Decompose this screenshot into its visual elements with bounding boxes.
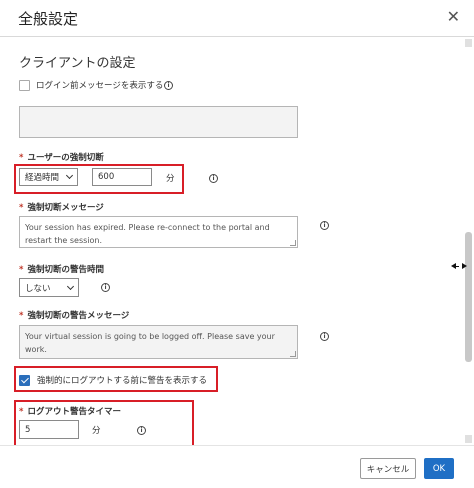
warning-time-select-value: しない bbox=[25, 283, 51, 294]
warning-message-text: Your virtual session is going to be logg… bbox=[25, 332, 275, 354]
warning-time-select[interactable]: しない bbox=[19, 278, 79, 297]
required-mark: * bbox=[19, 203, 24, 213]
warning-message-info-icon[interactable]: i bbox=[320, 332, 329, 341]
footer-divider bbox=[0, 445, 474, 446]
scroll-up-arrow[interactable] bbox=[465, 39, 472, 47]
highlight-box bbox=[14, 400, 194, 445]
login-message-info-icon[interactable]: i bbox=[164, 81, 173, 90]
warning-time-label-text: 強制切断の警告時間 bbox=[27, 265, 104, 275]
scrollbar-thumb[interactable] bbox=[465, 232, 472, 362]
disconnect-message-textarea[interactable]: Your session has expired. Please re-conn… bbox=[19, 216, 298, 248]
resize-handle[interactable] bbox=[290, 240, 296, 246]
disconnect-message-label: * 強制切断メッセージ bbox=[19, 201, 104, 213]
force-disconnect-info-icon[interactable]: i bbox=[209, 174, 218, 183]
highlight-box bbox=[14, 366, 218, 392]
vertical-scrollbar[interactable] bbox=[464, 37, 474, 445]
login-message-checkbox[interactable] bbox=[19, 80, 30, 91]
general-settings-dialog: 全般設定 ✕ クライアントの設定 ログイン前メッセージを表示する i * ユーザー… bbox=[0, 0, 474, 488]
warning-message-label-text: 強制切断の警告メッセージ bbox=[27, 311, 130, 321]
chevron-down-icon bbox=[66, 282, 75, 290]
disconnect-message-text: Your session has expired. Please re-conn… bbox=[25, 223, 270, 245]
required-mark: * bbox=[19, 311, 24, 321]
login-message-label: ログイン前メッセージを表示する bbox=[36, 81, 164, 91]
disconnect-message-info-icon[interactable]: i bbox=[320, 221, 329, 230]
force-disconnect-label: * ユーザーの強制切断 bbox=[19, 151, 104, 163]
dialog-title: 全般設定 bbox=[18, 10, 79, 28]
warning-time-info-icon[interactable]: i bbox=[101, 283, 110, 292]
required-mark: * bbox=[19, 265, 24, 275]
highlight-box bbox=[14, 164, 184, 194]
disconnect-message-label-text: 強制切断メッセージ bbox=[27, 203, 104, 213]
login-message-textarea[interactable] bbox=[19, 106, 298, 138]
warning-time-label: * 強制切断の警告時間 bbox=[19, 263, 104, 275]
warning-message-textarea[interactable]: Your virtual session is going to be logg… bbox=[19, 325, 298, 359]
ok-button[interactable]: OK bbox=[424, 458, 454, 479]
scroll-down-arrow[interactable] bbox=[465, 435, 472, 443]
cancel-button[interactable]: キャンセル bbox=[360, 458, 416, 479]
close-icon[interactable]: ✕ bbox=[447, 8, 460, 26]
section-title: クライアントの設定 bbox=[19, 56, 136, 71]
force-disconnect-label-text: ユーザーの強制切断 bbox=[27, 153, 104, 163]
required-mark: * bbox=[19, 153, 24, 163]
settings-scroll-area: クライアントの設定 ログイン前メッセージを表示する i * ユーザーの強制切断 経… bbox=[0, 37, 474, 445]
resize-cursor-icon bbox=[451, 263, 467, 269]
resize-handle[interactable] bbox=[290, 351, 296, 357]
warning-message-label: * 強制切断の警告メッセージ bbox=[19, 309, 129, 321]
